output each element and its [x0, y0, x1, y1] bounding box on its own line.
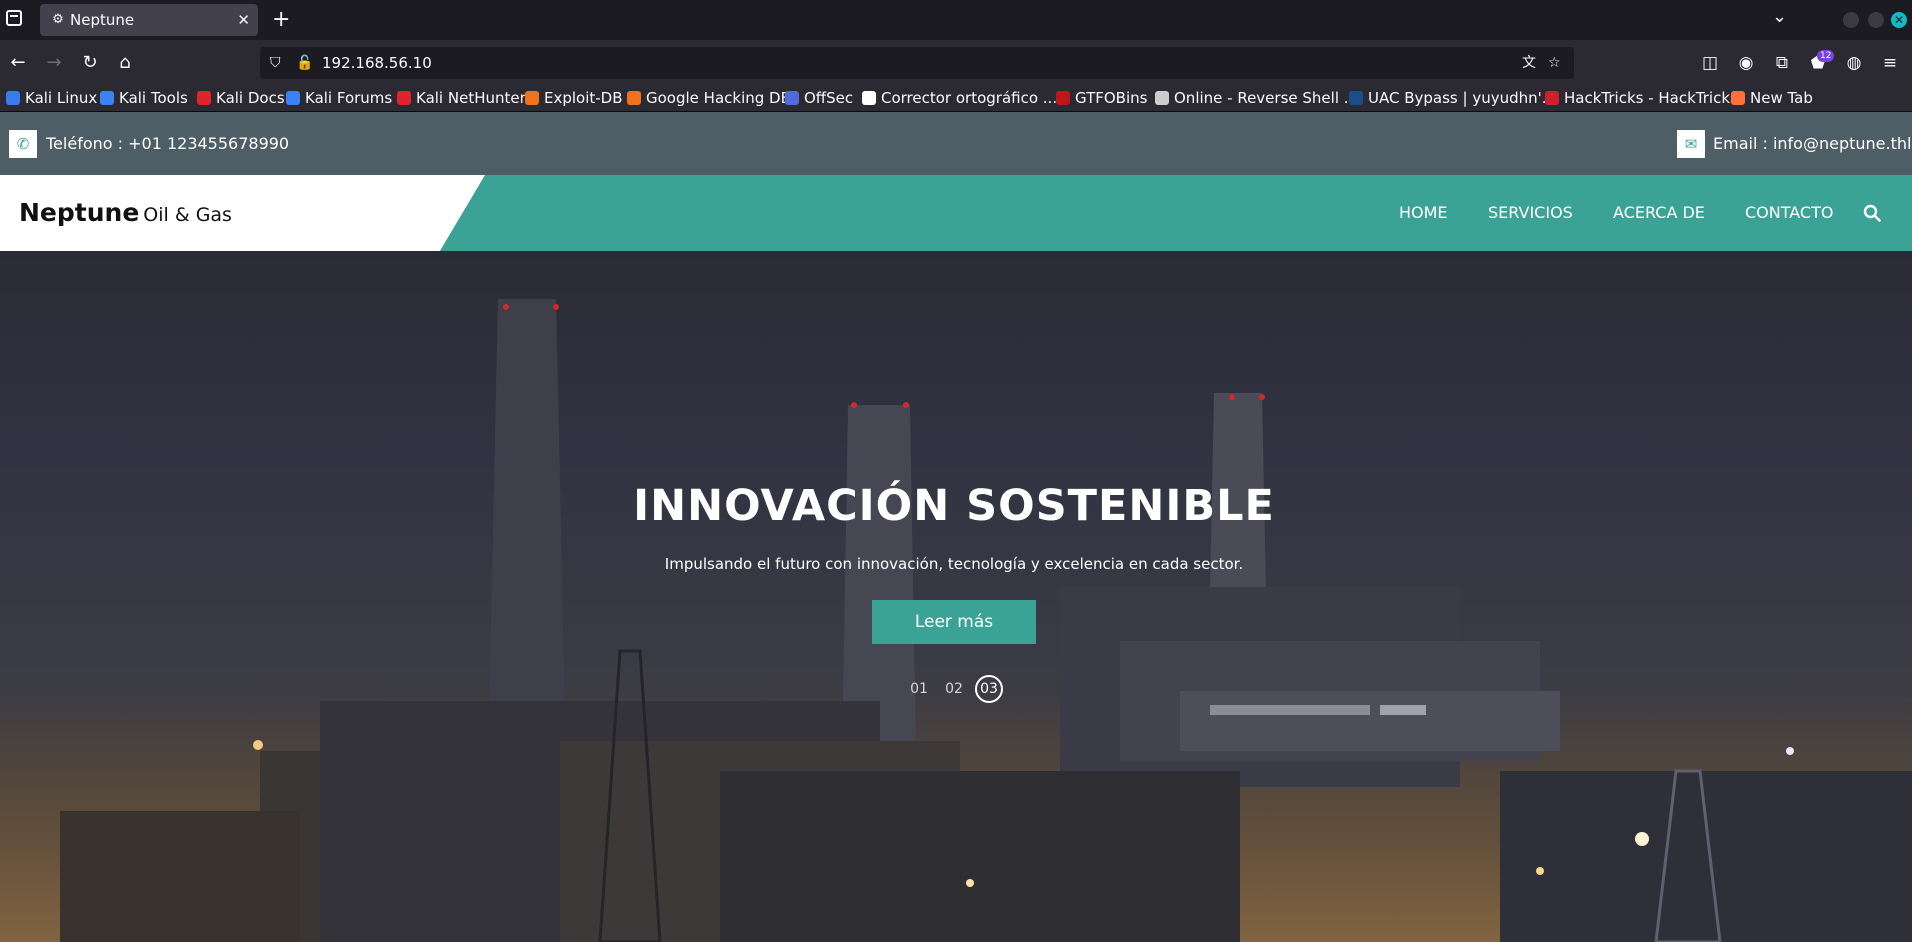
- address-bar[interactable]: ⛉ 🔓 192.168.56.10 文 ☆: [260, 47, 1574, 79]
- new-tab-icon[interactable]: +: [272, 0, 290, 40]
- bookmark-label: GTFOBins: [1075, 89, 1148, 107]
- bookmark-item[interactable]: New Tab: [1731, 86, 1813, 110]
- search-icon[interactable]: [1863, 204, 1881, 222]
- bookmark-favicon-icon: [627, 91, 641, 105]
- bookmark-item[interactable]: Kali Tools: [100, 86, 188, 110]
- brand-subtitle: Oil & Gas: [143, 204, 232, 226]
- insecure-lock-icon[interactable]: 🔓: [296, 47, 313, 79]
- account-icon[interactable]: ◉: [1734, 40, 1758, 86]
- phone-icon: ✆: [9, 130, 37, 158]
- bookmark-item[interactable]: Online - Reverse Shell ...: [1155, 86, 1358, 110]
- nav-acerca-de[interactable]: ACERCA DE: [1613, 175, 1705, 251]
- bookmark-favicon-icon: [1056, 91, 1070, 105]
- email-text: Email : info@neptune.thl: [1713, 134, 1912, 153]
- cookie-extension-icon[interactable]: ◍: [1842, 40, 1866, 86]
- bookmark-favicon-icon: [397, 91, 411, 105]
- bookmark-item[interactable]: HackTricks - HackTricks: [1545, 86, 1738, 110]
- bookmark-item[interactable]: Kali Forums: [286, 86, 392, 110]
- url-text[interactable]: 192.168.56.10: [322, 47, 432, 79]
- bookmark-favicon-icon: [1349, 91, 1363, 105]
- logo-panel: Neptune Oil & Gas: [0, 175, 485, 251]
- bookmark-label: Kali Tools: [119, 89, 188, 107]
- bookmark-favicon-icon: [1545, 91, 1559, 105]
- bookmark-item[interactable]: Exploit-DB: [525, 86, 623, 110]
- bookmark-label: HackTricks - HackTricks: [1564, 89, 1738, 107]
- bookmark-item[interactable]: OffSec: [785, 86, 853, 110]
- maximize-window-button[interactable]: [1868, 12, 1884, 28]
- bookmark-item[interactable]: Kali Docs: [197, 86, 285, 110]
- extension-badge: 12: [1817, 50, 1835, 62]
- tab-list-icon[interactable]: [6, 10, 22, 26]
- back-icon[interactable]: ←: [6, 40, 30, 86]
- extension-shield-icon[interactable]: ⬟: [1806, 40, 1830, 86]
- bookmark-favicon-icon: [862, 91, 876, 105]
- menu-icon[interactable]: ≡: [1878, 40, 1902, 86]
- bookmark-favicon-icon: [286, 91, 300, 105]
- bookmark-favicon-icon: [525, 91, 539, 105]
- forward-icon[interactable]: →: [42, 40, 66, 86]
- site-logo[interactable]: Neptune Oil & Gas: [19, 175, 232, 251]
- shield-icon[interactable]: ⛉: [270, 47, 281, 79]
- bookmark-favicon-icon: [197, 91, 211, 105]
- bookmark-favicon-icon: [1731, 91, 1745, 105]
- slide-dot-01[interactable]: 01: [905, 675, 933, 703]
- brand-name: Neptune: [19, 198, 140, 227]
- bookmark-item[interactable]: Google Hacking DB: [627, 86, 791, 110]
- bookmark-label: Corrector ortográfico ...: [881, 89, 1058, 107]
- navigation-toolbar: ← → ↻ ⌂ ⛉ 🔓 192.168.56.10 文 ☆ ◫ ◉ ⧉ ⬟ ◍ …: [0, 40, 1912, 86]
- bookmark-favicon-icon: [100, 91, 114, 105]
- tab-title: Neptune: [70, 11, 135, 29]
- bookmark-label: Exploit-DB: [544, 89, 623, 107]
- site-header: Neptune Oil & Gas HOME SERVICIOS ACERCA D…: [0, 175, 1912, 251]
- bookmark-label: Google Hacking DB: [646, 89, 791, 107]
- nav-contacto[interactable]: CONTACTO: [1745, 175, 1833, 251]
- web-page: ✆ Teléfono : +01 123455678990 ✉ Email : …: [0, 112, 1912, 942]
- bookmark-favicon-icon: [1155, 91, 1169, 105]
- pocket-icon[interactable]: ◫: [1698, 40, 1722, 86]
- hero-slider: INNOVACIÓN SOSTENIBLE Impulsando el futu…: [0, 251, 1912, 942]
- bookmark-label: UAC Bypass | yuyudhn'...: [1368, 89, 1557, 107]
- bookmark-label: New Tab: [1750, 89, 1813, 107]
- close-window-button[interactable]: ✕: [1891, 12, 1907, 28]
- chevron-down-icon[interactable]: ⌄: [1772, 6, 1787, 27]
- minimize-window-button[interactable]: [1843, 12, 1859, 28]
- industrial-plant-background: [0, 299, 1912, 942]
- bookmarks-toolbar: Kali Linux Kali Tools Kali Docs Kali Forums…: [0, 86, 1912, 112]
- bookmark-item[interactable]: UAC Bypass | yuyudhn'...: [1349, 86, 1556, 110]
- bookmark-label: Online - Reverse Shell ...: [1174, 89, 1359, 107]
- envelope-icon: ✉: [1677, 130, 1705, 158]
- phone-text: Teléfono : +01 123455678990: [46, 134, 290, 153]
- bookmark-label: Kali Docs: [216, 89, 285, 107]
- contact-bar: ✆ Teléfono : +01 123455678990 ✉ Email : …: [0, 112, 1912, 175]
- extensions-icon[interactable]: ⧉: [1770, 40, 1794, 86]
- bookmark-favicon-icon: [6, 91, 20, 105]
- nav-servicios[interactable]: SERVICIOS: [1488, 175, 1573, 251]
- bookmark-item[interactable]: Kali Linux: [6, 86, 97, 110]
- bookmark-label: Kali NetHunter: [416, 89, 526, 107]
- home-icon[interactable]: ⌂: [113, 40, 137, 86]
- slide-dot-02[interactable]: 02: [940, 675, 968, 703]
- read-more-button[interactable]: Leer más: [872, 600, 1036, 644]
- bookmark-item[interactable]: Kali NetHunter: [397, 86, 526, 110]
- bookmark-label: Kali Linux: [25, 89, 98, 107]
- translate-icon[interactable]: 文: [1522, 47, 1536, 79]
- slide-dot-03[interactable]: 03: [975, 675, 1003, 703]
- reload-icon[interactable]: ↻: [78, 40, 102, 86]
- bookmark-favicon-icon: [785, 91, 799, 105]
- hero-title: INNOVACIÓN SOSTENIBLE: [633, 481, 1275, 531]
- bookmark-star-icon[interactable]: ☆: [1548, 47, 1561, 79]
- site-favicon-icon: ⚙: [52, 12, 64, 27]
- browser-tab-strip: ⚙ Neptune ✕ + ⌄ ✕: [0, 0, 1912, 40]
- bookmark-label: Kali Forums: [305, 89, 393, 107]
- bookmark-item[interactable]: Corrector ortográfico ...: [862, 86, 1057, 110]
- hero-subtitle: Impulsando el futuro con innovación, tec…: [664, 555, 1244, 573]
- browser-tab[interactable]: ⚙ Neptune ✕: [40, 4, 258, 36]
- close-tab-icon[interactable]: ✕: [237, 4, 250, 36]
- bookmark-label: OffSec: [804, 89, 854, 107]
- bookmark-item[interactable]: GTFOBins: [1056, 86, 1147, 110]
- nav-home[interactable]: HOME: [1399, 175, 1448, 251]
